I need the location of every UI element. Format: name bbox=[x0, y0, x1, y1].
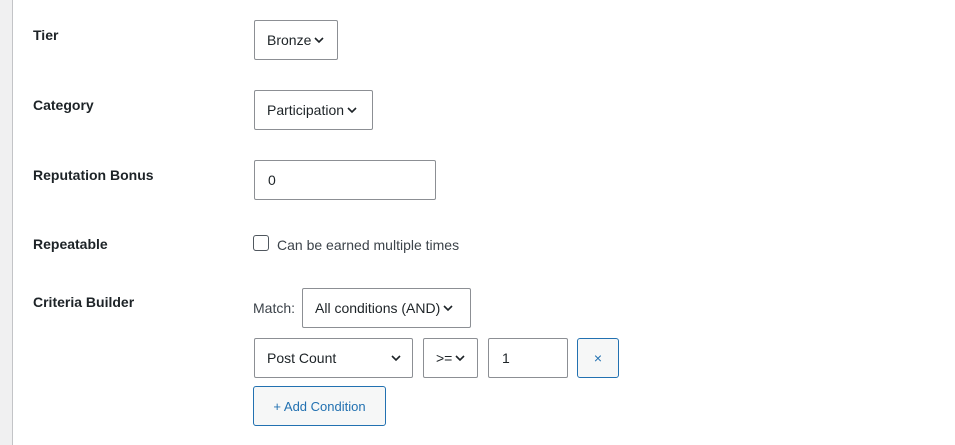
category-select-value: Participation bbox=[267, 102, 345, 118]
condition-value-input[interactable]: 1 bbox=[488, 338, 568, 378]
remove-condition-button[interactable]: × bbox=[577, 338, 619, 378]
repeatable-checkbox-label[interactable]: Can be earned multiple times bbox=[277, 237, 459, 253]
category-select[interactable]: Participation bbox=[254, 90, 373, 130]
tier-label: Tier bbox=[33, 27, 59, 43]
match-label: Match: bbox=[253, 300, 296, 316]
chevron-down-icon bbox=[455, 355, 465, 362]
match-mode-select[interactable]: All conditions (AND) bbox=[302, 288, 471, 328]
category-label: Category bbox=[33, 97, 94, 113]
chevron-down-icon bbox=[443, 305, 453, 312]
condition-metric-value: Post Count bbox=[267, 350, 337, 366]
chevron-down-icon bbox=[347, 107, 357, 114]
criteria-builder-label: Criteria Builder bbox=[33, 294, 135, 310]
condition-operator-value: >= bbox=[436, 350, 453, 366]
reputation-bonus-input[interactable]: 0 bbox=[254, 160, 436, 200]
add-condition-button[interactable]: + Add Condition bbox=[253, 386, 386, 426]
chevron-down-icon bbox=[391, 355, 401, 362]
repeatable-checkbox[interactable] bbox=[253, 235, 269, 251]
repeatable-label: Repeatable bbox=[33, 236, 108, 252]
tier-select-value: Bronze bbox=[267, 32, 312, 48]
match-mode-value: All conditions (AND) bbox=[315, 300, 441, 316]
settings-panel bbox=[12, 0, 955, 445]
reputation-bonus-label: Reputation Bonus bbox=[33, 167, 154, 183]
condition-operator-select[interactable]: >= bbox=[423, 338, 478, 378]
tier-select[interactable]: Bronze bbox=[254, 20, 338, 60]
chevron-down-icon bbox=[314, 37, 324, 44]
condition-metric-select[interactable]: Post Count bbox=[254, 338, 413, 378]
